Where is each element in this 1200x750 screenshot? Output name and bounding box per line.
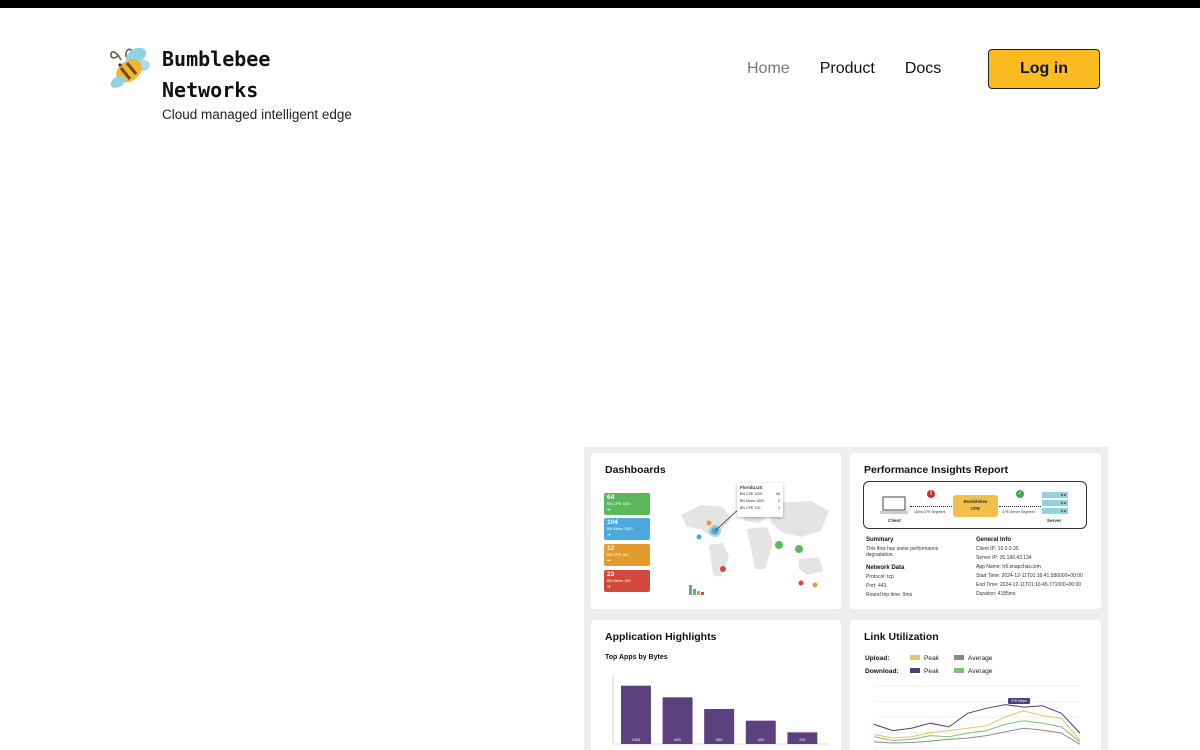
server-icon bbox=[1042, 492, 1068, 514]
nav-docs-link[interactable]: Docs bbox=[905, 59, 941, 79]
brand-name: Bumblebee Networks bbox=[162, 44, 342, 106]
server-label: Server bbox=[1047, 518, 1062, 523]
tagline: Cloud managed intelligent edge bbox=[162, 107, 352, 122]
cpe-box: Bumblebee CPE bbox=[953, 495, 998, 517]
nav-product-link[interactable]: Product bbox=[820, 59, 875, 79]
brand-name-line2: Networks bbox=[162, 78, 259, 102]
stat-card: 64 BN CPE 1000 ➔ bbox=[604, 493, 650, 515]
series-line bbox=[873, 727, 1081, 745]
general-info-line: End Time: 2024-12-11T01:16:45.771000+00:… bbox=[976, 582, 1082, 588]
upload-legend: Upload: bbox=[865, 655, 890, 662]
popup-row-value: 56 bbox=[776, 492, 780, 496]
download-peak-legend: Peak bbox=[904, 668, 939, 675]
link-utilization-line-chart bbox=[873, 685, 1081, 749]
upload-average-legend: Average bbox=[948, 655, 992, 662]
bar-value-label: 1000 bbox=[632, 738, 640, 742]
segment-line-right bbox=[999, 506, 1041, 507]
laptop-icon bbox=[880, 496, 908, 514]
cpe-line2: CPE bbox=[970, 506, 981, 511]
bar-value-label: 400 bbox=[758, 738, 764, 742]
legend-label: Peak bbox=[924, 655, 940, 662]
top-border bbox=[0, 0, 1200, 8]
applications-card: Application Highlights Top Apps by Bytes… bbox=[591, 620, 841, 750]
series-line bbox=[873, 704, 1081, 734]
login-button[interactable]: Log in bbox=[988, 49, 1100, 89]
upload-peak-legend: Peak bbox=[904, 655, 939, 662]
legend-label: Average bbox=[968, 655, 993, 662]
brand-name-line1: Bumblebee bbox=[162, 47, 271, 71]
legend-swatch bbox=[910, 668, 920, 674]
top-apps-bar-chart: 1000 800 600 400 200 bbox=[612, 674, 829, 745]
popup-row: BN CPE 1000 56 bbox=[740, 491, 780, 498]
arrow-icon: ➔ bbox=[607, 584, 611, 589]
link-utilization-title: Link Utilization bbox=[864, 631, 939, 643]
series-line bbox=[873, 710, 1081, 741]
download-label: Download: bbox=[865, 668, 899, 675]
network-line: Protocol: tcp bbox=[866, 574, 894, 580]
legend-label: Peak bbox=[924, 668, 940, 675]
top-apps-subtitle: Top Apps by Bytes bbox=[605, 654, 668, 661]
client-label: Client bbox=[888, 518, 901, 523]
network-line: Port: 443 bbox=[866, 583, 887, 589]
legend-label: Average bbox=[968, 668, 993, 675]
popup-row-label: BN Metro 1000 bbox=[740, 499, 765, 503]
link-utilization-card: Link Utilization Upload: Peak Average Do… bbox=[850, 620, 1101, 750]
general-info-line: App Name: tr6.snapchat.com bbox=[976, 564, 1041, 570]
popup-row-label: BN CPE 1000 bbox=[740, 492, 763, 496]
main-nav: Home Product Docs bbox=[747, 59, 941, 79]
applications-title: Application Highlights bbox=[605, 631, 717, 643]
dashboards-card: Dashboards 64 BN CPE 1000 ➔ 104 BN Metro… bbox=[591, 453, 841, 609]
performance-title: Performance Insights Report bbox=[864, 464, 1009, 476]
arrow-icon: ➔ bbox=[607, 532, 611, 537]
map-popup: Florida,US BN CPE 1000 56 BN Metro 1000 … bbox=[737, 483, 783, 517]
arrow-icon: ➔ bbox=[607, 507, 611, 512]
general-info-title: General Info bbox=[976, 537, 1012, 543]
legend-swatch bbox=[954, 668, 964, 674]
arrow-icon: ➔ bbox=[607, 558, 611, 563]
summary-title: Summary bbox=[866, 537, 894, 543]
stat-value: 23 bbox=[607, 571, 615, 578]
stat-value: 12 bbox=[607, 545, 615, 552]
bar bbox=[662, 697, 693, 744]
stat-card: 12 BN CPE 100 ➔ bbox=[604, 544, 650, 566]
warning-icon: ! bbox=[927, 490, 935, 498]
cpe-line1: Bumblebee bbox=[963, 499, 988, 504]
legend-swatch bbox=[910, 655, 920, 661]
stat-value: 64 bbox=[607, 494, 615, 501]
bar-value-label: 200 bbox=[799, 738, 805, 742]
performance-card: Performance Insights Report Client ! Cli… bbox=[850, 453, 1101, 609]
bee-icon bbox=[110, 47, 150, 88]
popup-row-value: 2 bbox=[778, 506, 780, 510]
stat-card: 23 BN Metro 100 ➔ bbox=[604, 570, 650, 592]
general-info-line: Client IP: 10.0.0.35 bbox=[976, 546, 1019, 552]
upload-label: Upload: bbox=[865, 655, 890, 662]
popup-row-label: BN CPE 100 bbox=[740, 506, 761, 510]
bar-value-label: 800 bbox=[674, 738, 680, 742]
legend-swatch bbox=[954, 655, 964, 661]
check-icon: ✓ bbox=[1016, 490, 1024, 498]
segment-right-label: CPE-Server Segment bbox=[1002, 510, 1035, 514]
dashboards-title: Dashboards bbox=[605, 464, 666, 476]
flow-diagram: Client ! Client-CPE Segment Bumblebee CP… bbox=[863, 481, 1087, 529]
bar-value-label: 600 bbox=[716, 738, 722, 742]
popup-row: BN Metro 1000 5 bbox=[740, 498, 780, 505]
general-info-line: Start Time: 2024-12-11T01:16:41.586000+0… bbox=[976, 573, 1083, 579]
stat-card: 104 BN Metro 1000 ➔ bbox=[604, 518, 650, 540]
summary-line: degradation. bbox=[866, 552, 894, 558]
chart-tooltip: 376 Mbps bbox=[1008, 698, 1030, 704]
download-legend: Download: bbox=[865, 668, 899, 675]
popup-row: BN CPE 100 2 bbox=[740, 505, 780, 512]
segment-line-left bbox=[910, 506, 952, 507]
network-title: Network Data bbox=[866, 565, 905, 571]
product-showcase: Dashboards 64 BN CPE 1000 ➔ 104 BN Metro… bbox=[584, 447, 1108, 750]
general-info-line: Server IP: 35.190.43.134 bbox=[976, 555, 1032, 561]
popup-row-value: 5 bbox=[778, 499, 780, 503]
network-line: Round trip time: 9ms bbox=[866, 592, 913, 598]
bar bbox=[621, 685, 651, 744]
download-average-legend: Average bbox=[948, 668, 992, 675]
general-info-line: Duration: 4185ms bbox=[976, 591, 1016, 597]
segment-left-label: Client-CPE Segment bbox=[914, 510, 946, 514]
stat-value: 104 bbox=[607, 519, 618, 526]
nav-home-link[interactable]: Home bbox=[747, 59, 790, 79]
